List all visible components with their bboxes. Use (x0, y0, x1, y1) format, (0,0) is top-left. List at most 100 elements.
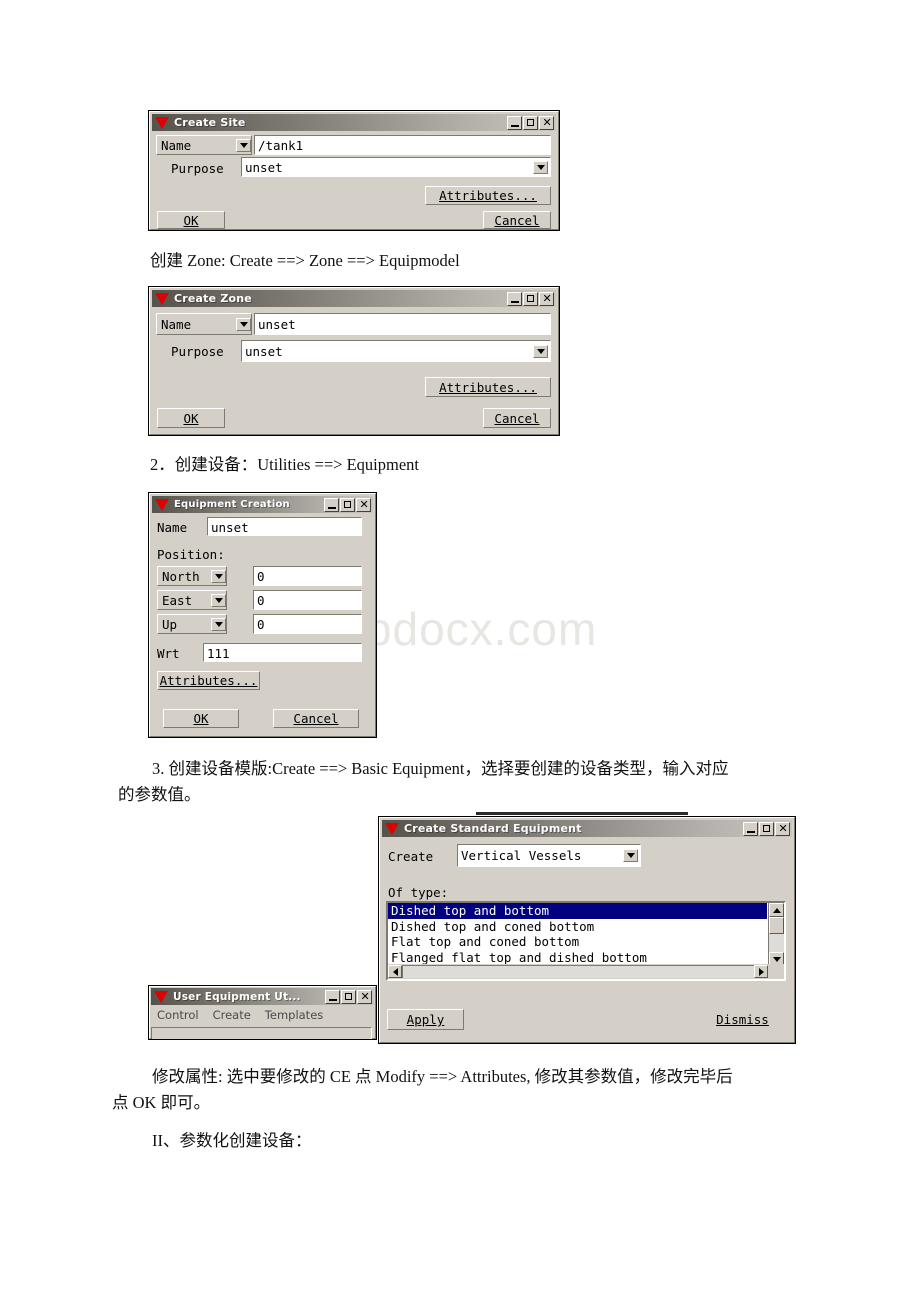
minimize-icon[interactable] (507, 291, 522, 306)
close-icon[interactable] (539, 115, 554, 130)
equipment-attributes-button[interactable]: Attributes... (157, 671, 260, 690)
close-icon[interactable] (357, 989, 372, 1004)
create-site-purpose-value: unset (245, 159, 283, 175)
paragraph-section-ii: II、参数化创建设备： (152, 1131, 312, 1150)
create-zone-purpose-value: unset (245, 343, 283, 359)
maximize-icon[interactable] (759, 821, 774, 836)
minimize-icon[interactable] (743, 821, 758, 836)
scroll-left-icon[interactable] (388, 965, 402, 978)
list-item[interactable]: Flat top and coned bottom (388, 934, 767, 950)
equipment-position-direction-north[interactable]: North (157, 566, 227, 586)
create-zone-attributes-button[interactable]: Attributes... (425, 377, 551, 397)
create-site-name-input[interactable]: /tank1 (254, 135, 551, 155)
maximize-icon[interactable] (341, 989, 356, 1004)
create-standard-equipment-title: Create Standard Equipment (404, 822, 582, 835)
create-zone-name-input[interactable]: unset (254, 313, 551, 335)
maximize-icon[interactable] (523, 115, 538, 130)
equipment-cancel-button[interactable]: Cancel (273, 709, 359, 728)
horizontal-scroll-trough[interactable] (402, 965, 754, 978)
close-icon[interactable] (775, 821, 790, 836)
cse-type-listbox[interactable]: Dished top and bottom Dished top and con… (386, 901, 786, 981)
create-site-dialog[interactable]: Create Site Name /tank1 Purpose unset (148, 110, 560, 231)
create-zone-ok-button[interactable]: OK (157, 408, 225, 428)
chevron-down-icon[interactable] (211, 569, 226, 583)
equipment-ok-button[interactable]: OK (163, 709, 239, 728)
equipment-name-value: unset (211, 519, 249, 535)
close-icon[interactable] (356, 497, 371, 512)
create-site-attributes-label: Attributes... (439, 188, 537, 203)
create-zone-cancel-label: Cancel (494, 410, 540, 426)
vertical-scroll-trough[interactable] (769, 934, 784, 952)
vertical-scroll-thumb[interactable] (769, 917, 784, 934)
equipment-wrt-input[interactable]: 111 (203, 643, 362, 662)
chevron-down-icon[interactable] (211, 593, 226, 607)
direction-label: Up (162, 616, 178, 632)
list-item[interactable]: Dished top and bottom (388, 903, 767, 919)
cse-apply-button[interactable]: Apply (387, 1009, 464, 1030)
chevron-down-icon[interactable] (533, 160, 548, 174)
equipment-position-value-north[interactable]: 0 (253, 566, 362, 586)
equipment-position-label: Position: (157, 547, 225, 562)
cse-dismiss-button[interactable]: Dismiss (699, 1009, 786, 1030)
equipment-creation-title: Equipment Creation (174, 499, 290, 510)
create-site-name-option-menu[interactable]: Name (156, 135, 252, 155)
chevron-down-icon[interactable] (623, 849, 638, 862)
paragraph-create-zone: 创建 Zone: Create ==> Zone ==> Equipmodel (150, 251, 460, 270)
scroll-right-icon[interactable] (754, 965, 768, 978)
create-site-ok-button[interactable]: OK (157, 211, 225, 229)
chevron-down-icon[interactable] (211, 617, 226, 631)
equipment-creation-dialog[interactable]: Equipment Creation Name unset Position: … (148, 492, 377, 738)
menu-item-templates[interactable]: Templates (265, 1008, 323, 1022)
create-site-attributes-button[interactable]: Attributes... (425, 186, 551, 205)
minimize-icon[interactable] (325, 989, 340, 1004)
create-zone-titlebar[interactable]: Create Zone (152, 290, 556, 307)
equipment-name-input[interactable]: unset (207, 517, 362, 536)
create-site-name-option-label: Name (161, 137, 192, 153)
create-site-ok-label: OK (183, 212, 199, 228)
menu-item-control[interactable]: Control (157, 1008, 199, 1022)
create-zone-cancel-button[interactable]: Cancel (483, 408, 551, 428)
create-standard-equipment-titlebar[interactable]: Create Standard Equipment (382, 820, 792, 837)
maximize-icon[interactable] (340, 497, 355, 512)
create-zone-dialog[interactable]: Create Zone Name unset Purpose unset Att… (148, 286, 560, 436)
user-equipment-menubar: Control Create Templates (151, 1005, 374, 1024)
list-item[interactable]: Flanged flat top and dished bottom (388, 950, 767, 966)
equipment-position-value-up[interactable]: 0 (253, 614, 362, 634)
user-equipment-title: User Equipment Ut... (173, 990, 301, 1003)
minimize-icon[interactable] (324, 497, 339, 512)
cse-type-horizontal-scrollbar[interactable] (388, 964, 784, 979)
chevron-down-icon[interactable] (236, 138, 251, 152)
minimize-icon[interactable] (507, 115, 522, 130)
create-site-name-value: /tank1 (258, 138, 304, 153)
direction-label: North (162, 568, 200, 584)
maximize-icon[interactable] (523, 291, 538, 306)
create-site-title: Create Site (174, 116, 246, 129)
user-equipment-titlebar[interactable]: User Equipment Ut... (151, 988, 374, 1005)
menu-item-create[interactable]: Create (213, 1008, 251, 1022)
red-triangle-icon (155, 292, 169, 305)
create-site-cancel-button[interactable]: Cancel (483, 211, 551, 229)
create-standard-equipment-dialog[interactable]: Create Standard Equipment Create Vertica… (378, 816, 796, 1044)
create-zone-name-option-menu[interactable]: Name (156, 313, 252, 335)
equipment-creation-titlebar[interactable]: Equipment Creation (152, 496, 373, 513)
chevron-down-icon[interactable] (533, 344, 548, 358)
list-item[interactable]: Dished top and coned bottom (388, 919, 767, 935)
user-equipment-utilities-dialog[interactable]: User Equipment Ut... Control Create Temp… (148, 985, 377, 1040)
paragraph-create-template-line2: 的参数值。 (118, 785, 201, 804)
create-zone-ok-label: OK (183, 410, 199, 426)
create-site-purpose-select[interactable]: unset (241, 157, 551, 177)
direction-label: East (162, 592, 193, 608)
equipment-position-direction-east[interactable]: East (157, 590, 227, 610)
position-value: 0 (257, 569, 265, 584)
window-edge-strip (476, 812, 688, 815)
close-icon[interactable] (539, 291, 554, 306)
equipment-name-label: Name (157, 520, 188, 535)
cse-create-select[interactable]: Vertical Vessels (457, 844, 641, 867)
chevron-down-icon[interactable] (236, 317, 251, 331)
user-equipment-window-buttons (325, 989, 372, 1004)
scroll-up-icon[interactable] (769, 903, 784, 917)
equipment-position-direction-up[interactable]: Up (157, 614, 227, 634)
equipment-position-value-east[interactable]: 0 (253, 590, 362, 610)
create-site-titlebar[interactable]: Create Site (152, 114, 556, 131)
create-zone-purpose-select[interactable]: unset (241, 340, 551, 362)
